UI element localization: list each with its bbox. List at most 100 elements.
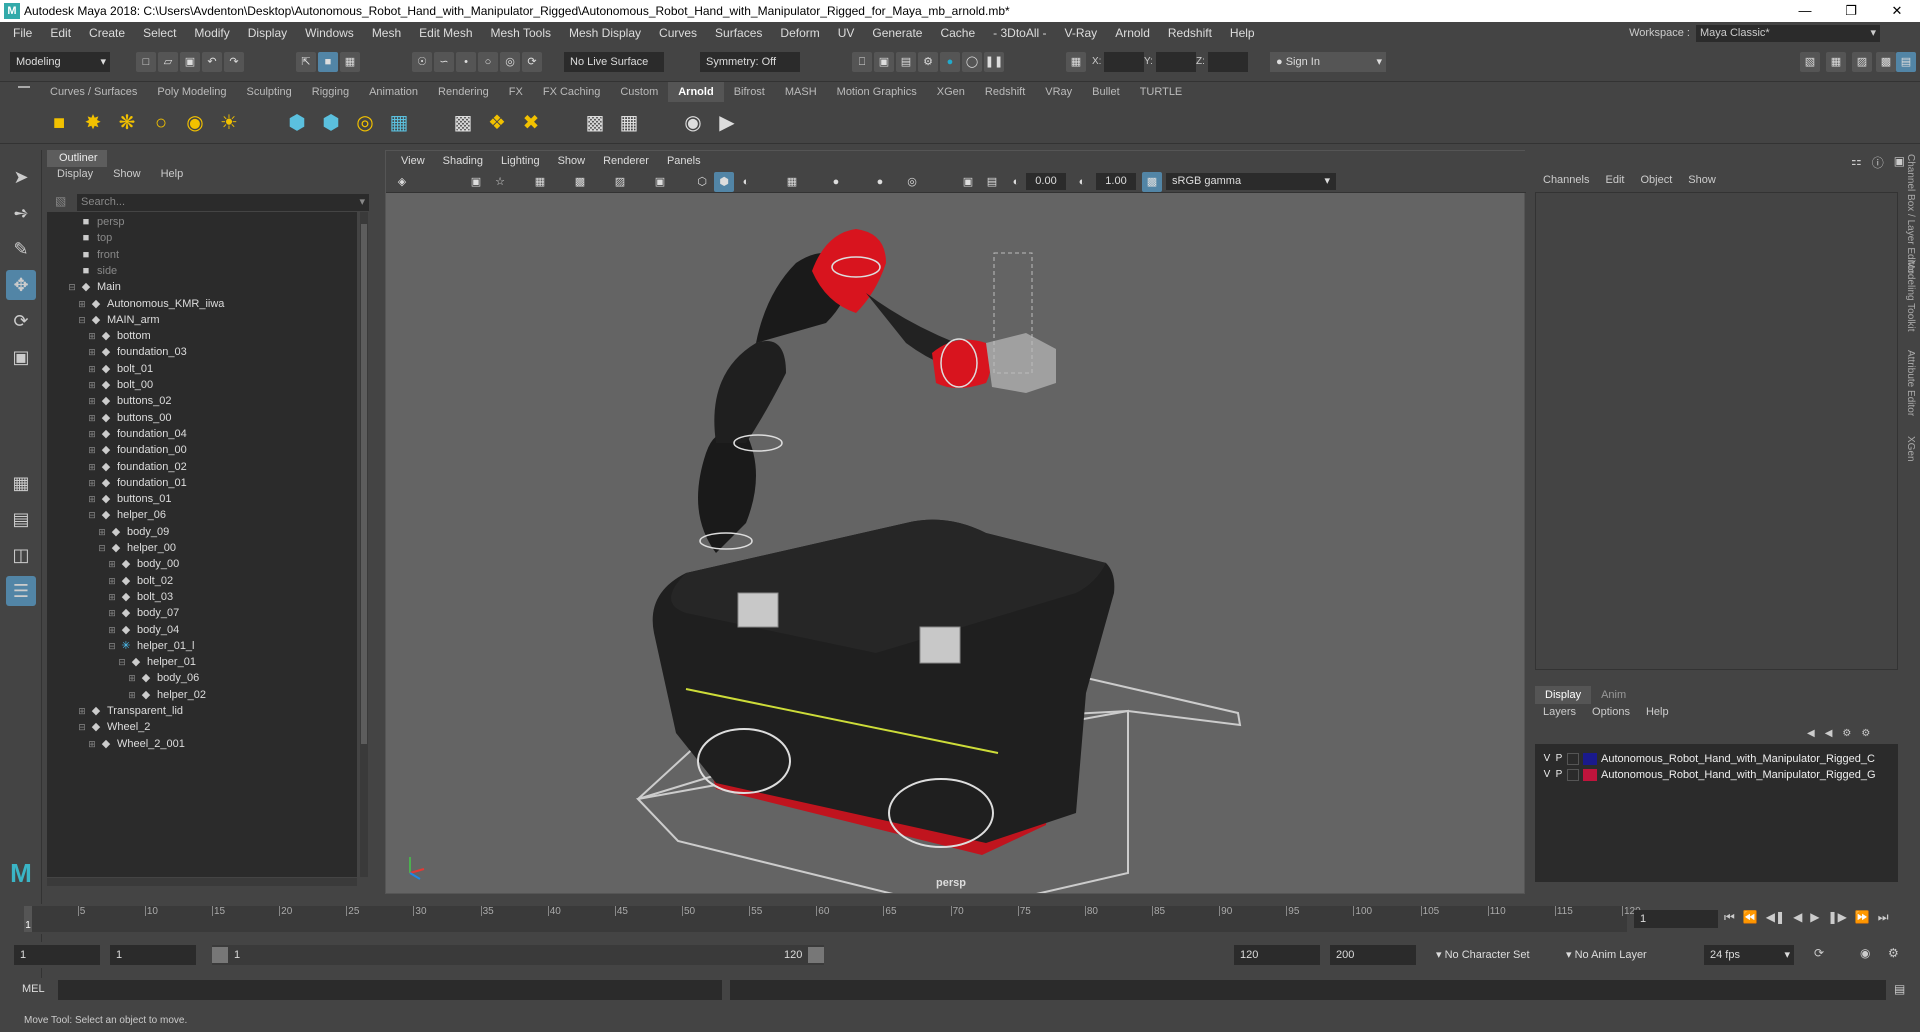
save-scene-icon[interactable]: ▣ <box>180 52 200 72</box>
render-view-icon[interactable]: ▣ <box>874 52 894 72</box>
anim-layer-dropdown[interactable]: ▾ No Anim Layer <box>1560 945 1680 965</box>
outliner-item[interactable]: ⊞ ◆ Wheel_2_001 <box>47 734 185 754</box>
side-tab-modeling-toolkit[interactable]: Modeling Toolkit <box>1905 260 1916 332</box>
select-hierarchy-icon[interactable]: ⇱ <box>296 52 316 72</box>
filter-icon[interactable]: ▧ <box>55 194 66 208</box>
wireframe-icon[interactable]: ⬡ <box>692 172 712 192</box>
expand-toggle-icon[interactable]: ⊞ <box>87 734 97 754</box>
minimize-button[interactable]: — <box>1782 0 1828 22</box>
snap-surface-icon[interactable]: ◎ <box>500 52 520 72</box>
shelf-tab-vray[interactable]: VRay <box>1035 82 1082 102</box>
skydome-light-icon[interactable]: ○ <box>148 110 174 136</box>
select-tool-icon[interactable]: ➤ <box>6 162 36 192</box>
move-tool-icon[interactable]: ✥ <box>6 270 36 300</box>
isolate-select-icon[interactable]: ◎ <box>902 172 922 192</box>
layer-type-box[interactable] <box>1567 769 1579 781</box>
lighting-icon[interactable]: ◐ <box>736 172 756 192</box>
physical-sky-icon[interactable]: ☀ <box>216 110 242 136</box>
channel-box-menu-edit[interactable]: Edit <box>1605 174 1624 186</box>
xray-icon[interactable]: ▣ <box>958 172 978 192</box>
texture-manager-icon[interactable]: ✖ <box>518 110 544 136</box>
arnold-render-icon[interactable]: ● <box>940 52 960 72</box>
step-forward-key-icon[interactable]: ⏩ <box>1855 910 1870 925</box>
viewport-menu-show[interactable]: Show <box>549 155 595 167</box>
select-component-icon[interactable]: ▦ <box>340 52 360 72</box>
menu-create[interactable]: Create <box>80 26 134 40</box>
snap-point-icon[interactable]: • <box>456 52 476 72</box>
resolution-gate-icon[interactable]: ▨ <box>610 172 630 192</box>
perspective-viewport[interactable]: View Shading Lighting Show Renderer Panels ◈ … <box>385 150 1526 894</box>
menu-surfaces[interactable]: Surfaces <box>706 26 771 40</box>
render-settings-icon[interactable]: ⚙ <box>918 52 938 72</box>
shelf-tab-sculpting[interactable]: Sculpting <box>237 82 302 102</box>
viewport-menu-panels[interactable]: Panels <box>658 155 710 167</box>
maximize-button[interactable]: ❐ <box>1828 0 1874 22</box>
channel-filter-icon[interactable]: ⚏ <box>1851 154 1862 171</box>
animation-prefs-icon[interactable]: ⚙ <box>1888 946 1899 960</box>
script-editor-icon[interactable]: ▤ <box>1894 982 1905 996</box>
grid-icon[interactable]: ▦ <box>530 172 550 192</box>
play-forward-icon[interactable]: ▶ <box>1810 910 1819 925</box>
shelf-tab-animation[interactable]: Animation <box>359 82 428 102</box>
paint-select-icon[interactable]: ✎ <box>6 234 36 264</box>
film-gate-icon[interactable]: ▩ <box>570 172 590 192</box>
volume-icon[interactable]: ◎ <box>352 110 378 136</box>
channel-box-icon[interactable]: ▩ <box>1876 52 1896 72</box>
new-scene-icon[interactable]: □ <box>136 52 156 72</box>
undo-icon[interactable]: ↶ <box>202 52 222 72</box>
exposure-icon[interactable]: ◐ <box>1006 172 1026 192</box>
camera-select-icon[interactable]: ◈ <box>392 172 412 192</box>
shelf-tab-bullet[interactable]: Bullet <box>1082 82 1130 102</box>
cb-help-icon[interactable]: ⓘ <box>1872 154 1884 171</box>
menu-modify[interactable]: Modify <box>185 26 238 40</box>
step-forward-frame-icon[interactable]: ❚▶ <box>1828 910 1847 925</box>
viewport-menu-view[interactable]: View <box>392 155 434 167</box>
modeling-toolkit-icon[interactable]: ▧ <box>1800 52 1820 72</box>
outliner-hscrollbar[interactable] <box>47 878 357 886</box>
x-coord-input[interactable] <box>1104 52 1144 72</box>
lasso-tool-icon[interactable]: ➺ <box>6 198 36 228</box>
shader-ball-icon[interactable]: ▩ <box>450 110 476 136</box>
time-ruler[interactable]: 5 10 15 20 25 30 35 40 45 50 55 60 65 70 75 80 85 90 95 100… <box>24 906 1641 932</box>
layer-type-box[interactable] <box>1567 753 1579 765</box>
gamma-icon[interactable]: ◐ <box>1072 172 1092 192</box>
shelf-menu-icon[interactable] <box>18 86 30 88</box>
scale-tool-icon[interactable]: ▣ <box>6 342 36 372</box>
outliner-menu-show[interactable]: Show <box>113 168 141 180</box>
menu-display[interactable]: Display <box>239 26 296 40</box>
shelf-tab-turtle[interactable]: TURTLE <box>1130 82 1193 102</box>
character-set-dropdown[interactable]: ▾ No Character Set <box>1430 945 1550 965</box>
outliner-layout-icon[interactable]: ☰ <box>6 576 36 606</box>
single-perspective-icon[interactable]: ▦ <box>6 468 36 498</box>
layer-tab-anim[interactable]: Anim <box>1591 686 1636 704</box>
shelf-tab-custom[interactable]: Custom <box>610 82 668 102</box>
menu-edit-mesh[interactable]: Edit Mesh <box>410 26 481 40</box>
live-surface-field[interactable]: No Live Surface <box>564 52 664 72</box>
layer-color-swatch[interactable] <box>1583 753 1597 765</box>
sign-in-button[interactable]: ● Sign In ▾ <box>1270 52 1386 72</box>
pause-icon[interactable]: ❚❚ <box>984 52 1004 72</box>
range-start-handle[interactable] <box>212 947 228 963</box>
symmetry-dropdown[interactable]: Symmetry: Off <box>700 52 800 72</box>
shelf-tab-arnold[interactable]: Arnold <box>668 82 724 102</box>
safe-action-icon[interactable]: ▣ <box>650 172 670 192</box>
shelf-tab-motion-graphics[interactable]: Motion Graphics <box>827 82 927 102</box>
mesh-light-icon[interactable]: ✸ <box>80 110 106 136</box>
step-back-frame-icon[interactable]: ◀❚ <box>1766 910 1785 925</box>
menu-mesh-display[interactable]: Mesh Display <box>560 26 650 40</box>
menu-file[interactable]: File <box>4 26 41 40</box>
shadows-icon[interactable]: ● <box>826 172 846 192</box>
attribute-editor-icon[interactable]: ▦ <box>1826 52 1846 72</box>
outliner-menu-display[interactable]: Display <box>57 168 93 180</box>
z-coord-input[interactable] <box>1208 52 1248 72</box>
menu-edit[interactable]: Edit <box>41 26 80 40</box>
menu-cache[interactable]: Cache <box>931 26 984 40</box>
menu-select[interactable]: Select <box>134 26 185 40</box>
current-frame-field[interactable]: 1 <box>1634 910 1718 928</box>
shelf-tab-xgen[interactable]: XGen <box>927 82 975 102</box>
shelf-tab-rigging[interactable]: Rigging <box>302 82 359 102</box>
new-layer-icon[interactable]: ⚙ <box>1842 728 1851 739</box>
mode-menu-dropdown[interactable]: Modeling ▾ <box>10 52 110 72</box>
layer-color-swatch[interactable] <box>1583 769 1597 781</box>
new-layer-selected-icon[interactable]: ⚙ <box>1861 728 1870 739</box>
